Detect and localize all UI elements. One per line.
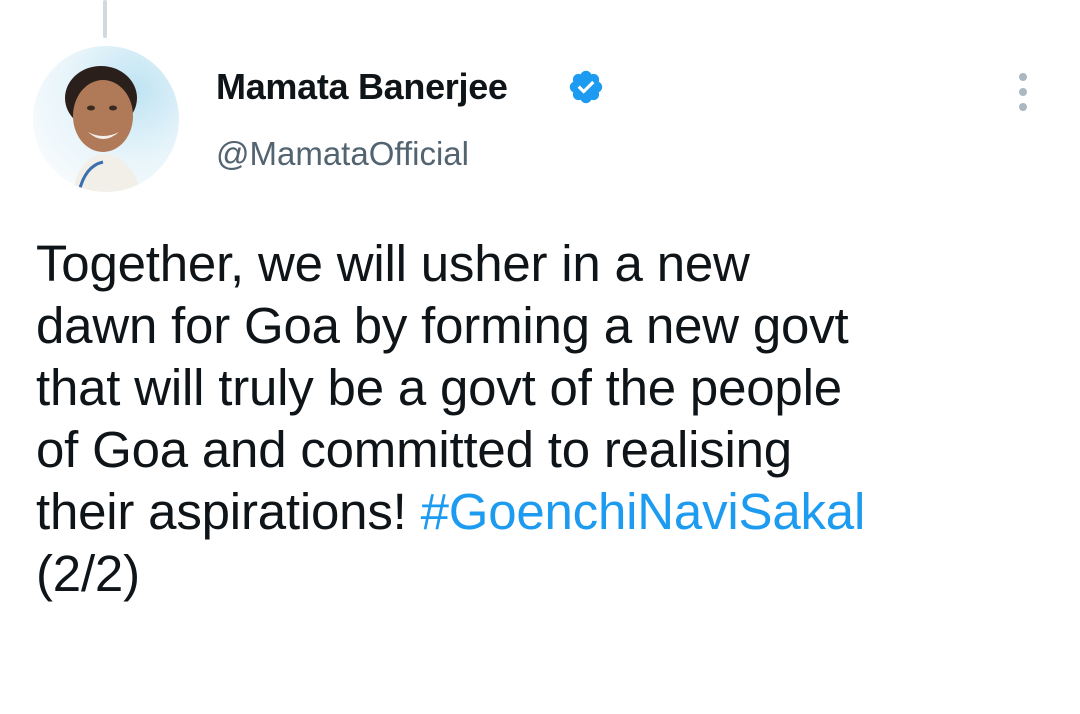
avatar-photo <box>65 66 141 192</box>
verified-badge-icon <box>569 70 603 104</box>
tweet-text-line: their aspirations! #GoenchiNaviSakal <box>36 481 1066 543</box>
tweet-text-line: of Goa and committed to realising <box>36 421 792 478</box>
thread-marker: (2/2) <box>36 545 140 602</box>
avatar[interactable] <box>33 46 179 192</box>
more-options-icon[interactable] <box>1008 70 1038 114</box>
tweet-text-line: that will truly be a govt of the people <box>36 359 842 416</box>
more-dot <box>1019 88 1027 96</box>
more-dot <box>1019 73 1027 81</box>
tweet-text-line: Together, we will usher in a new <box>36 235 750 292</box>
author-handle[interactable]: @MamataOfficial <box>216 135 469 173</box>
thread-connector-line <box>103 0 107 38</box>
tweet-text: Together, we will usher in a new dawn fo… <box>36 233 1066 605</box>
hashtag-link[interactable]: #GoenchiNaviSakal <box>421 483 866 540</box>
tweet-text-fragment: their aspirations! <box>36 483 421 540</box>
more-dot <box>1019 103 1027 111</box>
tweet-text-line: dawn for Goa by forming a new govt <box>36 297 849 354</box>
author-display-name[interactable]: Mamata Banerjee <box>216 66 508 108</box>
